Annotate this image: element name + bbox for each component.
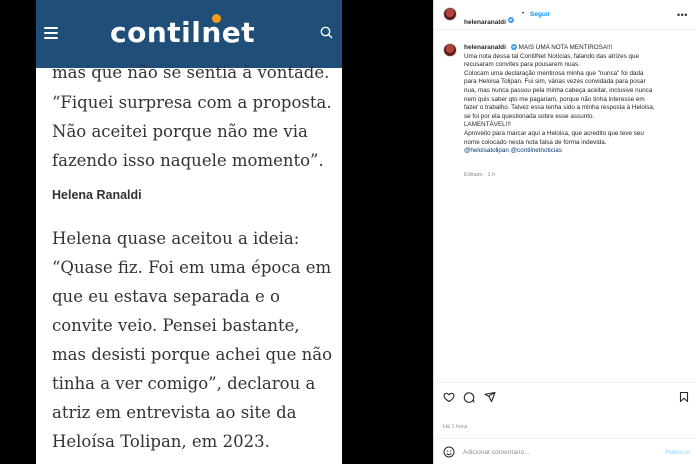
caption-line: nome colocado nesta nota falsa de forma … (464, 138, 607, 146)
body-line: atriz em entrevista ao site da (52, 403, 297, 422)
avatar[interactable] (443, 7, 457, 21)
body-line: mas desisti porque achei que não (52, 345, 333, 364)
body-paragraph: Helena quase aceitou a ideia: “Quase fiz… (52, 224, 342, 456)
caption-line: LAMENTÁVEL!!! (464, 121, 511, 129)
paragraph-top: mas que não se sentia à vontade. (52, 63, 330, 82)
verified-badge-icon (507, 16, 514, 23)
comment-bar: Publicar (434, 438, 696, 464)
post-media: contilnet mas que não se sentia à vontad… (0, 0, 433, 464)
heart-icon[interactable] (443, 391, 455, 403)
article-screenshot: contilnet mas que não se sentia à vontad… (36, 0, 342, 464)
caption-first-line: MAIS UMA NOTA MENTIROSA!!! (518, 44, 613, 51)
body-line: que eu estava separada e o (52, 287, 280, 306)
caption-line: Uma nota dessa tal ContilNet Notícias, f… (464, 52, 640, 60)
separator-dot: • (522, 10, 525, 17)
follow-button[interactable]: Seguir (530, 11, 550, 18)
caption-line: para Heloisa Tolipan. Fui sim, várias ve… (464, 78, 646, 86)
body-line: Heloísa Tolipan, em 2023. (52, 432, 270, 451)
publish-button[interactable]: Publicar (665, 449, 691, 456)
share-icon[interactable] (484, 391, 496, 403)
comment-input[interactable] (463, 445, 663, 459)
caption-avatar[interactable] (443, 43, 457, 57)
bookmark-icon[interactable] (678, 391, 690, 403)
action-bar (434, 382, 696, 412)
caption-line: Colocam uma declaração mentirosa minha q… (464, 69, 644, 77)
search-icon (320, 26, 333, 39)
post-caption: helenaranaldi MAIS UMA NOTA MENTIROSA!!!… (464, 44, 690, 156)
quote-line: fazendo isso naquele momento”. (52, 151, 324, 170)
header-username[interactable]: helenaranaldi (464, 19, 506, 26)
verified-badge-icon (510, 44, 517, 51)
body-line: Helena quase aceitou a ideia: (52, 229, 300, 248)
edited-timestamp: Editado · 1 h (464, 172, 496, 178)
quote-paragraph: “Fiquei surpresa com a proposta. Não ace… (52, 88, 338, 175)
quote-line: “Fiquei surpresa com a proposta. (52, 93, 332, 112)
comment-icon[interactable] (463, 391, 475, 403)
body-line: “Quase fiz. Foi em uma época em (52, 258, 332, 277)
caption-line: nem quis saber qto me pagariam, porque n… (464, 95, 645, 103)
quote-line: Não aceitei porque não me via (52, 122, 308, 141)
caption-mentions[interactable]: @heloisatolipan @contilnetnoticias (464, 147, 690, 156)
header-username-wrap: helenaranaldi (464, 11, 514, 29)
body-line: convite veio. Pensei bastante, (52, 316, 300, 335)
post-header: helenaranaldi • Seguir ••• (434, 0, 696, 30)
caption-line: nua, mas nunca passou pela minha cabeça … (464, 86, 653, 94)
post-panel: helenaranaldi • Seguir ••• helenaranaldi… (433, 0, 696, 464)
emoji-icon[interactable] (443, 446, 455, 458)
caption-line: fazer o trabalho. Talvez essa tenha sido… (464, 104, 655, 112)
logo-dot-icon (212, 14, 221, 23)
caption-username[interactable]: helenaranaldi (464, 44, 506, 51)
hamburger-menu-icon (44, 27, 58, 39)
caption-line: recusaram convites para pousarem nuas. (464, 61, 580, 69)
more-horizontal-icon[interactable]: ••• (677, 10, 688, 20)
body-line: tinha a ver comigo”, declarou a (52, 374, 316, 393)
post-time-ago: Há 1 hora (443, 424, 468, 430)
article-subheading: Helena Ranaldi (52, 188, 142, 202)
caption-line: Aproveito para marcar aqui a Heloisa, qu… (464, 129, 644, 137)
site-logo: contilnet (110, 16, 256, 49)
